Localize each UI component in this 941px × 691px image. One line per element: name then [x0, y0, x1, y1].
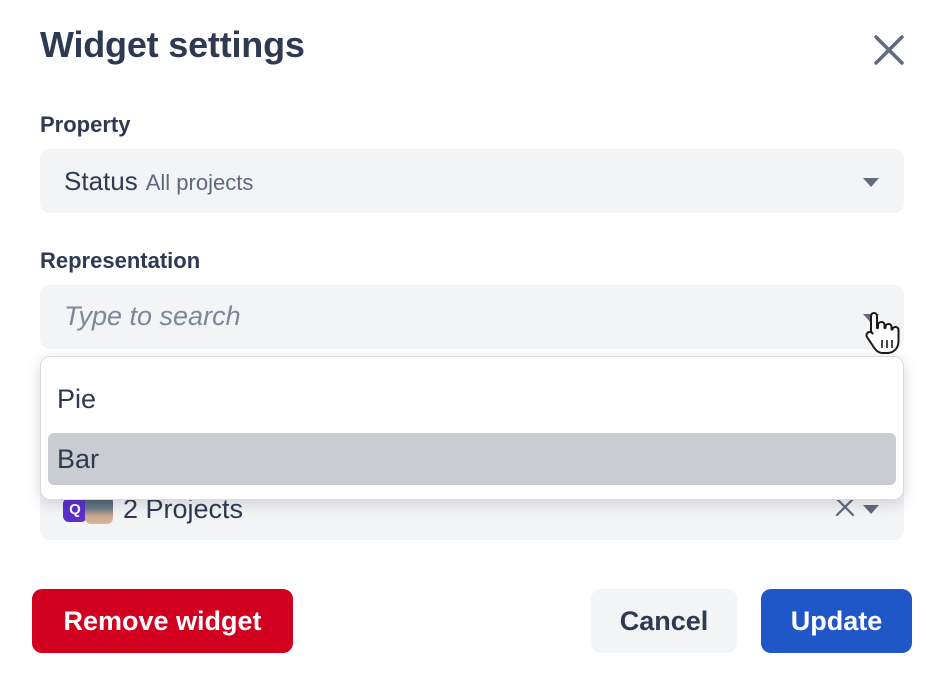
property-scope: All projects: [145, 170, 254, 195]
representation-select[interactable]: [40, 285, 904, 349]
representation-dropdown: Pie Bar: [40, 356, 904, 500]
remove-widget-button[interactable]: Remove widget: [32, 589, 293, 653]
project-logo-icon: Q: [63, 498, 87, 522]
close-icon[interactable]: [868, 29, 910, 71]
property-value: Status: [64, 166, 138, 196]
representation-label: Representation: [40, 248, 201, 273]
chevron-down-icon[interactable]: [863, 314, 879, 323]
chevron-down-icon[interactable]: [863, 505, 879, 514]
property-label: Property: [40, 112, 131, 137]
representation-search-input[interactable]: [64, 299, 824, 333]
property-value-wrap: Status All projects: [64, 166, 253, 197]
chevron-down-icon[interactable]: [863, 178, 879, 187]
property-select[interactable]: Status All projects: [40, 149, 904, 213]
option-pie[interactable]: Pie: [48, 373, 896, 425]
cancel-button[interactable]: Cancel: [591, 589, 737, 653]
update-button[interactable]: Update: [761, 589, 912, 653]
project-avatar-icon: [85, 496, 113, 524]
option-bar[interactable]: Bar: [48, 433, 896, 485]
dialog-title: Widget settings: [40, 24, 305, 65]
